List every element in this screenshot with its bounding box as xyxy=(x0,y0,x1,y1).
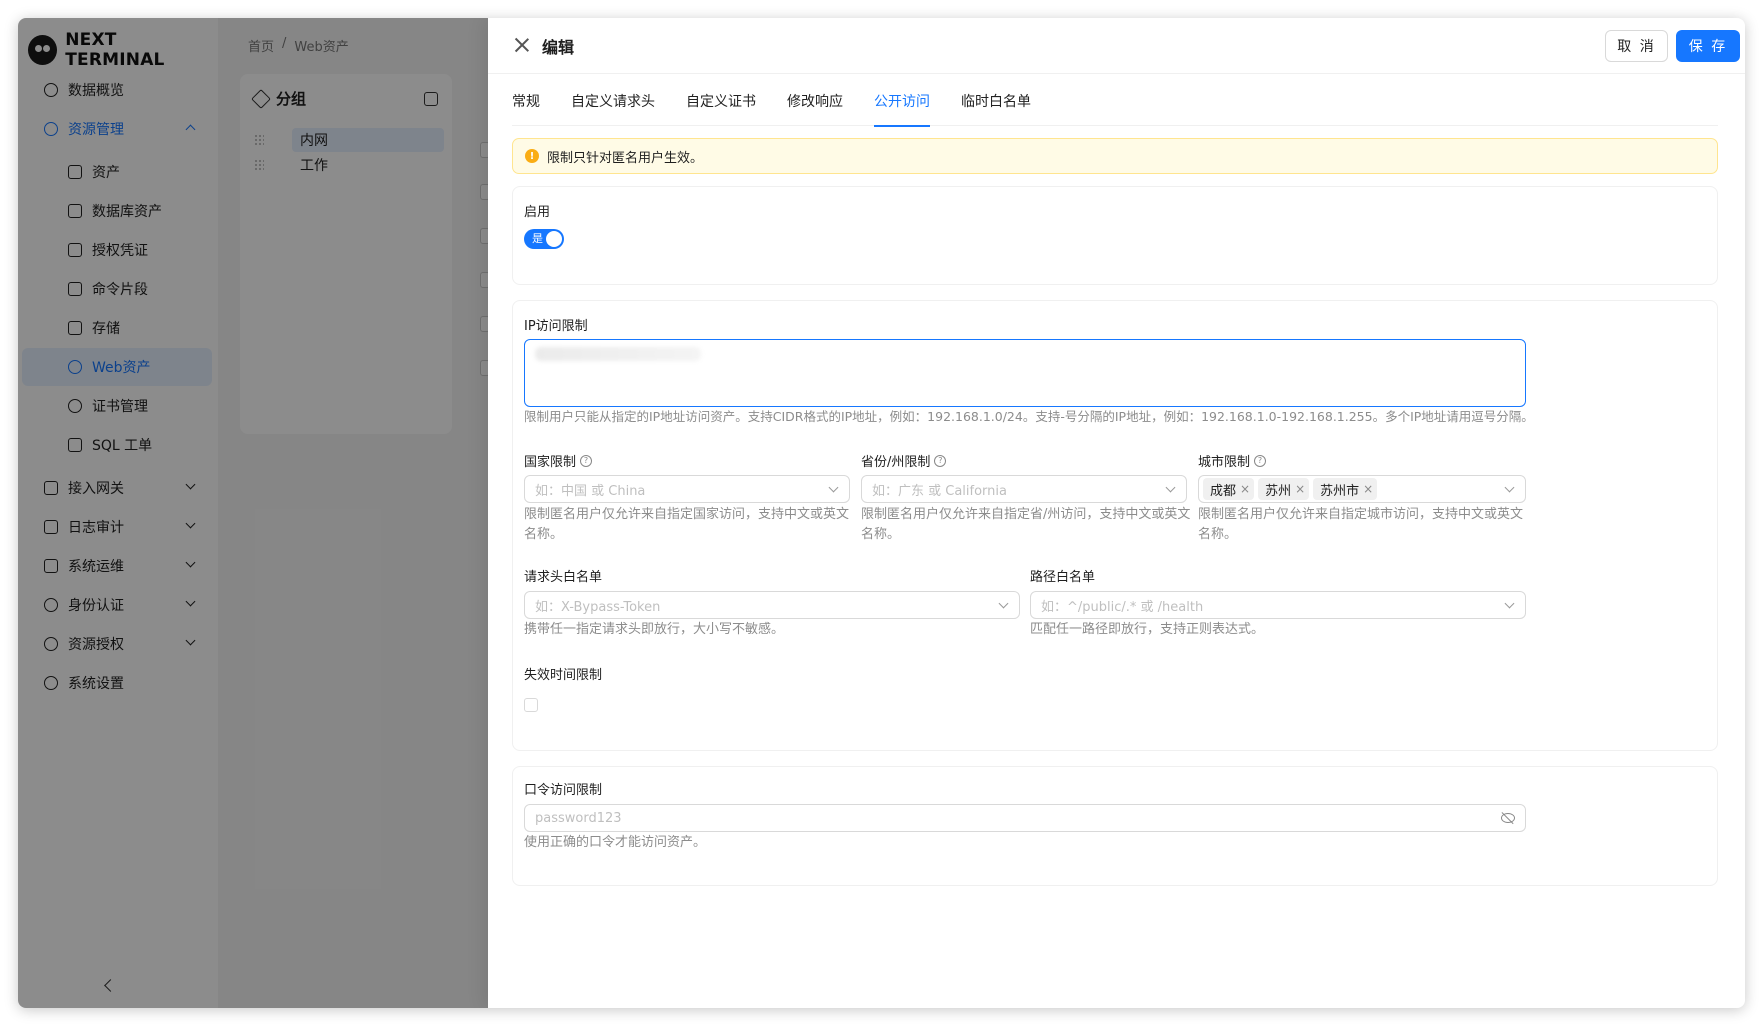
city-label-text: 城市限制 xyxy=(1198,455,1251,470)
tag-close-icon[interactable]: × xyxy=(1363,482,1373,496)
city-tag-label: 苏州市 xyxy=(1320,483,1360,499)
header-whitelist-hint: 携带任一指定请求头即放行，大小写不敏感。 xyxy=(524,622,785,637)
tab-custom-headers[interactable]: 自定义请求头 xyxy=(571,92,655,126)
help-icon[interactable]: ? xyxy=(1254,454,1267,467)
help-icon[interactable]: ? xyxy=(934,454,947,467)
country-label: 国家限制 ? xyxy=(524,451,593,470)
password-placeholder: password123 xyxy=(535,810,622,826)
enable-switch[interactable]: 是 xyxy=(524,229,564,249)
ip-hint: 限制用户只能从指定的IP地址访问资产。支持CIDR格式的IP地址，例如：192.… xyxy=(524,409,1534,424)
chevron-down-icon xyxy=(1165,482,1176,493)
city-hint: 限制匿名用户仅允许来自指定城市访问，支持中文或英文名称。 xyxy=(1198,507,1524,542)
ip-label: IP访问限制 xyxy=(524,319,588,334)
chevron-down-icon xyxy=(1504,598,1515,609)
province-hint: 限制匿名用户仅允许来自指定省/州访问，支持中文或英文名称。 xyxy=(861,507,1191,542)
eye-off-icon[interactable] xyxy=(1501,813,1515,823)
tab-custom-certificate[interactable]: 自定义证书 xyxy=(686,92,756,126)
path-whitelist-placeholder: 如：^/public/.* 或 /health xyxy=(1041,599,1204,615)
province-label-text: 省份/州限制 xyxy=(861,455,931,470)
header-whitelist-placeholder: 如：X-Bypass-Token xyxy=(535,599,661,615)
close-icon[interactable] xyxy=(514,37,530,53)
tag-close-icon[interactable]: × xyxy=(1240,482,1250,496)
edit-drawer: 编辑 取 消 保 存 常规 自定义请求头 自定义证书 修改响应 公开访问 临时白… xyxy=(488,18,1745,1008)
path-whitelist-label: 路径白名单 xyxy=(1030,570,1096,585)
chevron-down-icon xyxy=(998,598,1009,609)
save-button[interactable]: 保 存 xyxy=(1676,30,1740,62)
blurred-value xyxy=(535,347,701,361)
city-label: 城市限制 ? xyxy=(1198,451,1267,470)
path-whitelist-select[interactable]: 如：^/public/.* 或 /health xyxy=(1030,591,1526,619)
province-select[interactable]: 如：广东 或 California xyxy=(861,475,1187,503)
enable-label: 启用 xyxy=(524,205,551,220)
drawer-header: 编辑 取 消 保 存 xyxy=(488,18,1745,74)
country-placeholder: 如：中国 或 China xyxy=(535,483,646,499)
province-placeholder: 如：广东 或 California xyxy=(872,483,1007,499)
city-tag-label: 成都 xyxy=(1210,483,1237,499)
city-tag: 苏州市 × xyxy=(1313,478,1378,500)
password-card: 口令访问限制 password123 使用正确的口令才能访问资产。 xyxy=(512,766,1718,886)
ip-textarea[interactable] xyxy=(524,339,1526,407)
alert-text: 限制只针对匿名用户生效。 xyxy=(547,150,704,166)
tab-public-access[interactable]: 公开访问 xyxy=(874,92,930,127)
province-label: 省份/州限制 ? xyxy=(861,451,947,470)
expiry-checkbox[interactable] xyxy=(524,698,538,712)
path-whitelist-hint: 匹配任一路径即放行，支持正则表达式。 xyxy=(1030,622,1265,637)
header-whitelist-select[interactable]: 如：X-Bypass-Token xyxy=(524,591,1020,619)
password-input[interactable]: password123 xyxy=(524,804,1526,832)
drawer-mask[interactable] xyxy=(18,18,488,1008)
tab-modify-response[interactable]: 修改响应 xyxy=(787,92,843,126)
tab-bar: 常规 自定义请求头 自定义证书 修改响应 公开访问 临时白名单 xyxy=(512,92,1718,127)
restriction-card: IP访问限制 限制用户只能从指定的IP地址访问资产。支持CIDR格式的IP地址，… xyxy=(512,300,1718,751)
city-select[interactable]: 成都 × 苏州 × 苏州市 × xyxy=(1198,475,1526,503)
chevron-down-icon xyxy=(828,482,839,493)
expiry-label: 失效时间限制 xyxy=(524,668,603,683)
info-alert: ! 限制只针对匿名用户生效。 xyxy=(512,138,1718,174)
country-select[interactable]: 如：中国 或 China xyxy=(524,475,850,503)
header-whitelist-label: 请求头白名单 xyxy=(524,570,603,585)
warning-icon: ! xyxy=(525,149,539,163)
tab-temp-whitelist[interactable]: 临时白名单 xyxy=(961,92,1031,126)
city-tag-label: 苏州 xyxy=(1265,483,1292,499)
help-icon[interactable]: ? xyxy=(580,454,593,467)
enable-card: 启用 是 xyxy=(512,186,1718,285)
password-label: 口令访问限制 xyxy=(524,783,603,798)
password-hint: 使用正确的口令才能访问资产。 xyxy=(524,835,707,850)
cancel-button[interactable]: 取 消 xyxy=(1605,30,1668,62)
city-tag: 成都 × xyxy=(1203,478,1255,500)
chevron-down-icon xyxy=(1504,482,1515,493)
drawer-title: 编辑 xyxy=(542,38,575,57)
country-hint: 限制匿名用户仅允许来自指定国家访问，支持中文或英文名称。 xyxy=(524,507,850,542)
tag-close-icon[interactable]: × xyxy=(1295,482,1305,496)
tab-general[interactable]: 常规 xyxy=(512,92,540,126)
app-window: NEXT TERMINAL 数据概览 资源管理 资产 数据库资产 授权凭证 命令… xyxy=(18,18,1745,1008)
country-label-text: 国家限制 xyxy=(524,455,577,470)
city-tag: 苏州 × xyxy=(1258,478,1310,500)
